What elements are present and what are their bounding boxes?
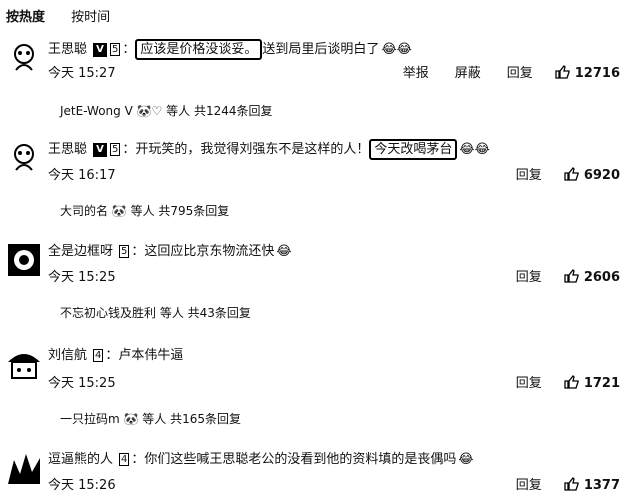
reply-button[interactable]: 回复 [516,168,542,183]
level-badge: 4 [119,453,130,466]
tab-sort-hot[interactable]: 按热度 [6,10,45,25]
like-count: 2606 [583,270,620,285]
avatar[interactable] [6,242,42,278]
thumbs-up-icon [564,477,579,491]
reply-button[interactable]: 回复 [516,270,542,285]
reply-button[interactable]: 回复 [507,66,533,81]
level-badge: 5 [110,143,121,156]
comment-text: ：卢本伟牛逼 [105,348,184,363]
comment-time: 今天 15:25 [48,376,116,391]
sort-tabs: 按热度 按时间 [6,6,132,25]
username[interactable]: 逗逼熊的人 [48,452,113,467]
like-button[interactable]: 1721 [564,375,620,391]
comment-content: 王思聪 V 5 ：开玩笑的，我觉得刘强东不是这样的人！ 今天改喝茅台 😂😂 [48,138,490,160]
username[interactable]: 全是边框呀 [48,244,113,259]
avatar[interactable] [6,346,42,382]
like-count: 12716 [574,66,620,81]
tab-sort-time[interactable]: 按时间 [71,10,110,25]
comment-actions: 回复 6920 [490,164,620,183]
comment-time: 今天 16:17 [48,168,116,183]
like-count: 6920 [583,168,620,183]
emoji-icon: 😂 [276,244,292,259]
comment-actions: 举报 屏蔽 回复 12716 [377,62,620,81]
comment-separator: ： [122,42,136,57]
like-button[interactable]: 1377 [564,477,620,493]
like-count: 1377 [583,478,620,493]
reply-button[interactable]: 回复 [516,478,542,493]
level-badge: 5 [119,245,130,258]
block-button[interactable]: 屏蔽 [455,66,481,81]
thumbs-up-icon [564,167,579,181]
verified-badge-icon: V [93,43,108,57]
comment-time: 今天 15:25 [48,270,116,285]
username[interactable]: 刘信航 [48,348,87,363]
comment-content: 全是边框呀 5 ：这回应比京东物流还快 😂 [48,240,292,259]
level-badge: 5 [110,43,121,56]
username[interactable]: 王思聪 [48,42,87,57]
thumbs-up-icon [564,375,579,389]
comment-time: 今天 15:26 [48,478,116,493]
comment-time: 今天 15:27 [48,66,116,81]
report-button[interactable]: 举报 [403,66,429,81]
username[interactable]: 王思聪 [48,142,87,157]
avatar[interactable] [6,140,42,176]
verified-badge-icon: V [93,143,108,157]
comment-actions: 回复 1721 [490,372,620,391]
thumbs-up-icon [564,269,579,283]
reply-summary[interactable]: 一只拉码m 🐼 等人 共165条回复 [60,410,241,427]
reply-button[interactable]: 回复 [516,376,542,391]
avatar[interactable] [6,40,42,76]
avatar[interactable] [6,450,42,486]
thumbs-up-icon [555,65,570,79]
level-badge: 4 [93,349,104,362]
reply-summary[interactable]: 大司的名 🐼 等人 共795条回复 [60,202,229,219]
comment-highlight: 应该是价格没谈妥。 [135,39,263,60]
comment-content: 王思聪 V 5：应该是价格没谈妥。 送到局里后谈明白了 😂😂 [48,38,412,60]
comment-text: ：你们这些喊王思聪老公的没看到他的资料填的是丧偶吗 [131,452,457,467]
comment-text: 送到局里后谈明白了 [262,42,380,57]
comment-content: 逗逼熊的人 4 ：你们这些喊王思聪老公的没看到他的资料填的是丧偶吗 😂 [48,448,474,467]
comment-highlight: 今天改喝茅台 [369,139,458,160]
reply-summary[interactable]: 不忘初心钱及胜利 等人 共43条回复 [60,304,251,321]
comment-text: ：开玩笑的，我觉得刘强东不是这样的人！ [122,142,370,157]
reply-summary[interactable]: JetE-Wong V 🐼♡ 等人 共1244条回复 [60,102,273,119]
like-button[interactable]: 6920 [564,167,620,183]
comment-text: ：这回应比京东物流还快 [131,244,275,259]
emoji-icon: 😂😂 [381,42,412,57]
comment-content: 刘信航 4 ：卢本伟牛逼 [48,344,183,363]
like-button[interactable]: 12716 [555,65,620,81]
emoji-icon: 😂😂 [459,142,490,157]
like-button[interactable]: 2606 [564,269,620,285]
comment-actions: 回复 2606 [490,266,620,285]
emoji-icon: 😂 [458,452,474,467]
like-count: 1721 [583,376,620,391]
comment-actions: 回复 1377 [490,474,620,493]
